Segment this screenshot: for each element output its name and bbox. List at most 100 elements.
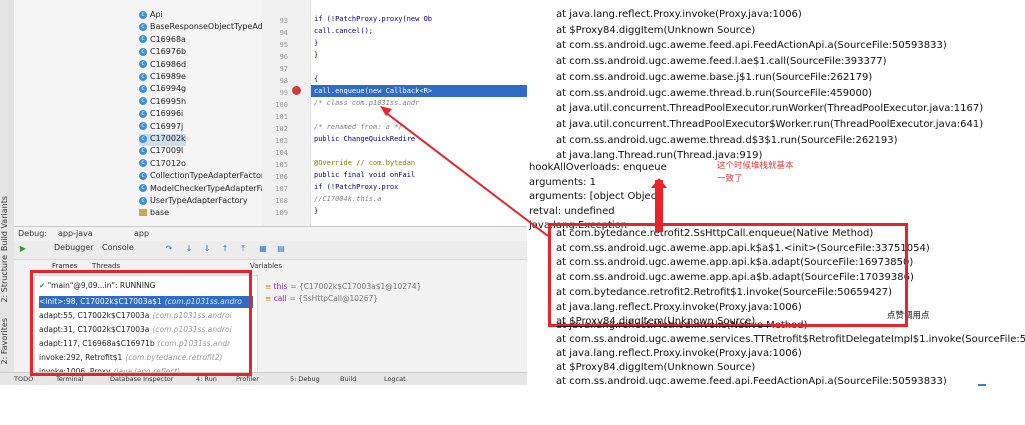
line-number: 106: [275, 173, 288, 181]
tree-item[interactable]: c C17009l: [139, 146, 183, 158]
toolwindow-button[interactable]: Build: [340, 375, 356, 383]
tree-item[interactable]: c C16994g: [139, 84, 186, 96]
tree-item[interactable]: c C16996i: [139, 109, 183, 121]
tree-item-label: Api: [150, 10, 163, 19]
force-step-icon[interactable]: ⇓: [202, 244, 212, 254]
class-icon: c: [139, 47, 147, 56]
tree-item-label: C16976b: [150, 47, 187, 57]
class-icon: c: [139, 109, 147, 118]
side-tab-structure[interactable]: 2: Structure: [0, 255, 14, 303]
hook-output-line: hookAllOverloads: enqueue: [529, 162, 667, 173]
class-icon: c: [139, 22, 147, 31]
code-line: public ChangeQuickRedire: [314, 135, 416, 143]
tree-item[interactable]: c C16989e: [139, 72, 186, 84]
stack-trace-line: at java.lang.reflect.Proxy.invoke(Proxy.…: [556, 9, 802, 20]
variables-panel: ≡ this = {C17002k$C17003a$1@10274} ≡ call =…: [259, 275, 527, 384]
stack-trace-line: at com.ss.android.ugc.aweme.feed.api.Fee…: [556, 40, 947, 52]
tab-console[interactable]: Console: [102, 243, 134, 252]
variables-header: Variables: [250, 262, 282, 270]
line-number: 100: [275, 101, 288, 109]
code-line: if (!PatchProxy.prox: [314, 183, 399, 191]
breakpoint-icon[interactable]: [292, 86, 301, 95]
class-icon: c: [139, 35, 147, 44]
stack-trace-line: at java.lang.reflect.Proxy.invoke(Proxy.…: [556, 348, 802, 359]
layout-icon[interactable]: ▤: [276, 244, 286, 254]
stack-trace-line: at $Proxy84.diggItem(Unknown Source): [556, 24, 756, 36]
side-tab-favorites[interactable]: 2: Favorites: [0, 318, 14, 364]
code-line: }: [314, 207, 319, 215]
variable-row[interactable]: ≡ call = {SsHttpCall@10267}: [265, 293, 378, 305]
evaluate-icon[interactable]: ▦: [258, 244, 268, 254]
step-out-icon[interactable]: ↑: [220, 244, 230, 254]
tree-item-label: UserTypeAdapterFactory: [150, 196, 248, 205]
stack-trace-line: at java.util.concurrent.ThreadPoolExecut…: [556, 118, 984, 130]
hook-output-line: retval: undefined: [529, 205, 615, 217]
tree-item[interactable]: c C17012o: [139, 159, 186, 171]
field-icon: ≡: [265, 282, 274, 291]
toolwindow-button[interactable]: Profiler: [236, 375, 259, 383]
stack-trace-line: at com.ss.android.ugc.aweme.feed.api.Fee…: [556, 376, 947, 385]
line-number: 108: [275, 197, 288, 205]
hook-output-line: arguments: [object Object]: [529, 191, 665, 203]
toolwindow-button[interactable]: Terminal: [56, 375, 83, 383]
run-to-cursor-icon[interactable]: ⤒: [238, 244, 248, 254]
line-number: 103: [275, 137, 288, 145]
tree-item[interactable]: c ModelCheckerTypeAdapterFa: [139, 184, 262, 196]
toolwindow-button[interactable]: TODO: [14, 375, 33, 383]
project-tree: c Api c BaseResponseObjectTypeAda c C16968a c C…: [14, 0, 262, 226]
toolwindow-button[interactable]: Logcat: [384, 375, 406, 383]
tree-item[interactable]: c Api: [139, 10, 163, 22]
folder-icon: [139, 209, 147, 217]
code-line: {: [314, 75, 319, 83]
code-editor[interactable]: 93 94 95 96 97 98 99 100 101 102 103 104 105 106 107 10…: [262, 0, 527, 226]
stack-trace-line: at com.ss.android.ugc.aweme.services.TTR…: [556, 334, 1025, 345]
tree-item[interactable]: base: [139, 208, 169, 220]
variable-value: = {SsHttpCall@10267}: [289, 294, 379, 303]
class-icon: c: [139, 146, 147, 155]
tree-item-label: C16997j: [150, 121, 184, 131]
line-number: 109: [275, 209, 288, 217]
tree-item-label: ModelCheckerTypeAdapterFa: [150, 183, 262, 193]
class-icon: c: [139, 159, 147, 168]
step-into-icon[interactable]: ↓: [184, 244, 194, 254]
editor-gutter: 93 94 95 96 97 98 99 100 101 102 103 104 105 106 107 10…: [262, 0, 311, 226]
tree-item-label: CollectionTypeAdapterFactory: [150, 171, 262, 181]
tree-item[interactable]: c C16997j: [139, 122, 183, 134]
field-icon: ≡: [265, 294, 274, 303]
tree-item-label: C16989e: [150, 72, 186, 81]
toolwindow-button[interactable]: 5: Debug: [290, 375, 320, 383]
tree-item[interactable]: c C16976b: [139, 47, 186, 59]
strikethrough-line: [556, 326, 771, 327]
side-tab-build-variants[interactable]: Build Variants: [0, 196, 14, 251]
variable-row[interactable]: ≡ this = {C17002k$C17003a$1@10274}: [265, 281, 421, 293]
tree-item[interactable]: c BaseResponseObjectTypeAda: [139, 22, 262, 34]
tree-item[interactable]: c UserTypeAdapterFactory: [139, 196, 248, 208]
class-icon: c: [139, 122, 147, 131]
code-line: /* renamed from: a */: [314, 123, 403, 131]
debug-label: Debug:: [18, 229, 48, 238]
code-line: //C17004k.this.a: [314, 195, 382, 203]
tree-item[interactable]: c CollectionTypeAdapterFactory: [139, 171, 262, 183]
tree-item[interactable]: c C17002k: [139, 134, 186, 146]
tree-item[interactable]: c C16986d: [139, 60, 186, 72]
frames-tab[interactable]: Frames: [52, 262, 77, 270]
run-tab-app-java[interactable]: app-java: [58, 229, 93, 238]
toolwindow-button[interactable]: Database Inspector: [110, 375, 173, 383]
step-over-icon[interactable]: ↷: [164, 244, 174, 254]
line-number: 97: [279, 65, 288, 73]
code-line: call.cancel();: [314, 27, 374, 35]
run-tab-app[interactable]: app: [134, 229, 149, 238]
line-number: 93: [279, 17, 288, 25]
line-number: 101: [275, 113, 288, 121]
tree-item-label: C16996i: [150, 109, 184, 119]
tree-item[interactable]: c C16995h: [139, 97, 186, 109]
resume-icon[interactable]: ▶: [18, 244, 28, 254]
hook-output-line: arguments: 1: [529, 176, 597, 188]
code-line: }: [314, 39, 319, 47]
threads-tab[interactable]: Threads: [92, 262, 120, 270]
tree-item-label: C16968a: [150, 34, 186, 44]
frames-highlight-box: [30, 270, 252, 376]
tab-debugger[interactable]: Debugger: [54, 243, 94, 252]
tree-item[interactable]: c C16968a: [139, 35, 186, 47]
toolwindow-button[interactable]: 4: Run: [196, 375, 217, 383]
